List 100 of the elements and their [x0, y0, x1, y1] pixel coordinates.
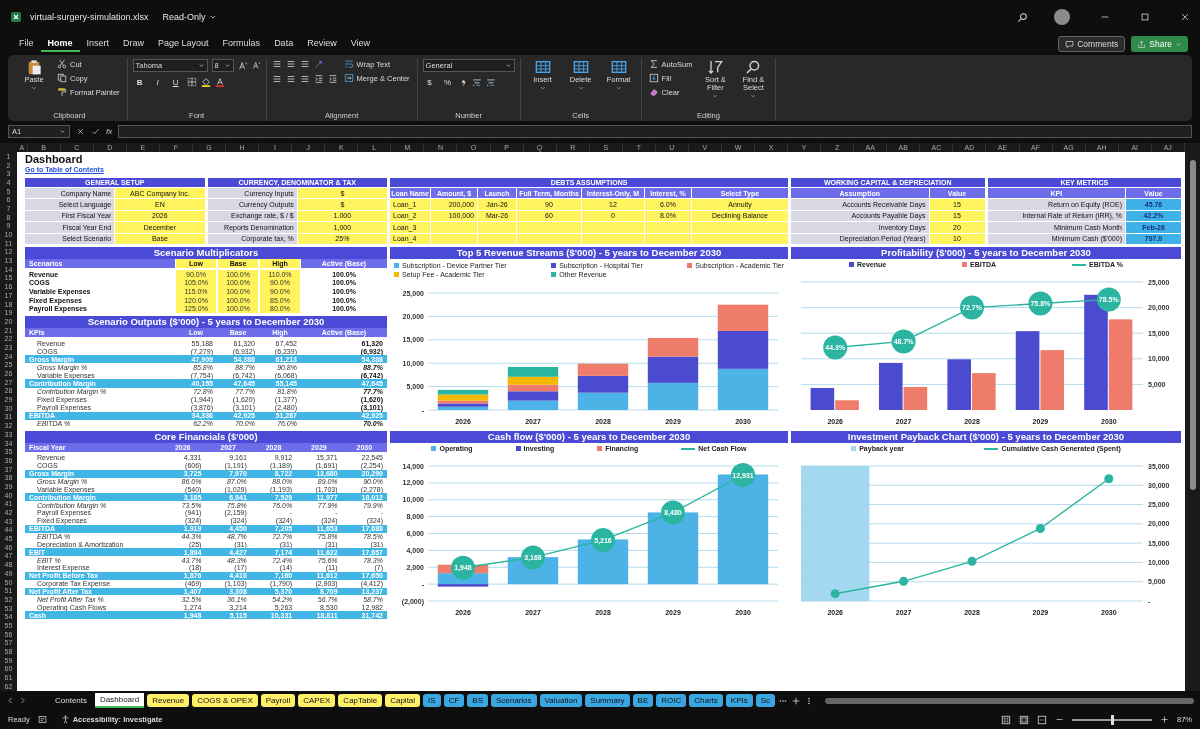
input-cell[interactable]	[517, 233, 581, 244]
page-layout-icon[interactable]	[1019, 714, 1029, 725]
menu-tab[interactable]: Data	[267, 36, 301, 52]
maximize-icon[interactable]	[1140, 12, 1150, 22]
input-cell[interactable]	[517, 222, 581, 233]
chart-title: Profitability ($'000) - 5 years to December 2030	[791, 247, 1181, 259]
chart-bar	[507, 366, 559, 377]
plus-icon[interactable]	[1160, 715, 1169, 724]
decimal-icon[interactable]	[471, 77, 482, 87]
share-button[interactable]: Share	[1131, 36, 1188, 52]
sheet-tab[interactable]: ROIC	[656, 694, 687, 707]
sheet-tab[interactable]: Scenarios	[491, 694, 537, 707]
align-icon[interactable]	[271, 59, 282, 69]
fx-cancel-icon[interactable]	[76, 126, 85, 136]
border-icon[interactable]	[186, 77, 197, 87]
close-icon[interactable]	[1180, 12, 1190, 22]
sheet-tab[interactable]: Payroll	[260, 694, 296, 707]
sheet-tab[interactable]: Sc	[755, 694, 776, 707]
underline-button[interactable]: U	[168, 77, 183, 87]
search-icon[interactable]	[1017, 11, 1028, 23]
sheet-tab[interactable]: Charts	[689, 694, 723, 707]
font-size-icon[interactable]	[251, 61, 261, 70]
sheet-tab[interactable]: Revenue	[147, 694, 190, 707]
sheet-tab[interactable]: Contents	[50, 694, 93, 707]
comments-button[interactable]: Comments	[1058, 36, 1126, 52]
input-cell[interactable]	[692, 233, 788, 244]
sheet-tab[interactable]: Valuation	[539, 694, 583, 707]
plus-icon[interactable]	[791, 695, 802, 706]
caret-icon	[197, 62, 205, 69]
share-icon	[1137, 39, 1147, 49]
bold-button[interactable]: B	[132, 77, 147, 87]
orientation-icon[interactable]	[313, 59, 324, 69]
input-cell[interactable]	[645, 222, 691, 233]
indent-icon[interactable]	[313, 74, 324, 84]
input-cell[interactable]	[431, 222, 477, 233]
italic-button[interactable]: I	[150, 77, 165, 87]
function-button[interactable]: fx	[106, 126, 113, 136]
caret-icon	[208, 13, 217, 21]
table-icon	[534, 59, 551, 75]
menu-tab[interactable]: Page Layout	[151, 36, 216, 52]
align-icon[interactable]	[299, 74, 310, 84]
window-title: virtual-surgery-simulation.xlsx	[30, 12, 149, 22]
menu-tab[interactable]: Draw	[116, 36, 152, 52]
input-cell[interactable]	[582, 222, 644, 233]
input-cell[interactable]	[582, 233, 644, 244]
sheet-tab[interactable]: CAPEX	[298, 694, 336, 707]
input-cell[interactable]	[478, 233, 516, 244]
menu-tab[interactable]: Insert	[79, 36, 117, 52]
checkmark-icon[interactable]	[91, 126, 100, 136]
decimal-icon[interactable]	[485, 77, 496, 87]
align-icon[interactable]	[285, 59, 296, 69]
sheet-tab[interactable]: IS	[423, 694, 441, 707]
menu-tab[interactable]: File	[12, 36, 41, 52]
paint-bucket-icon[interactable]	[200, 77, 211, 87]
sheet-tab[interactable]: Dashboard	[95, 693, 145, 708]
sheet-tab[interactable]: BE	[632, 694, 654, 707]
formula-input[interactable]	[118, 124, 1192, 138]
menu-tab[interactable]: Formulas	[215, 36, 268, 52]
sheet-tab[interactable]: CF	[443, 694, 465, 707]
align-icon[interactable]	[271, 74, 282, 84]
input-cell[interactable]	[692, 222, 788, 233]
data-point	[1035, 524, 1045, 533]
sheet-tab[interactable]: Summary	[585, 694, 630, 707]
sheet-tab[interactable]: KPIs	[725, 694, 753, 707]
sheet-tab[interactable]: CapTable	[338, 694, 383, 707]
caret-icon	[615, 84, 622, 91]
page-break-icon[interactable]	[1037, 714, 1047, 725]
input-cell[interactable]	[645, 233, 691, 244]
sigma-icon	[648, 59, 659, 69]
chart-bar	[947, 359, 971, 410]
search-icon	[745, 59, 762, 75]
currency-button[interactable]: $	[422, 77, 437, 87]
zoom-slider-thumb[interactable]	[1111, 714, 1114, 725]
normal-view-icon[interactable]	[1001, 714, 1011, 725]
data-point	[830, 589, 840, 599]
avatar[interactable]	[1054, 9, 1070, 25]
read-only-dropdown[interactable]: Read-Only	[156, 11, 223, 23]
sheet-tab[interactable]: BS	[467, 694, 488, 707]
section-header: Scenario Outputs ($'000) - 5 years to December 2030	[25, 316, 387, 328]
menu-tab[interactable]: Home	[40, 36, 80, 52]
data-point	[967, 556, 977, 566]
menu-tab[interactable]: Review	[300, 36, 344, 52]
percent-button[interactable]: %	[440, 77, 455, 87]
align-icon[interactable]	[299, 59, 310, 69]
sheet-tab[interactable]: COGS & OPEX	[192, 694, 258, 707]
align-icon[interactable]	[285, 74, 296, 84]
indent-icon[interactable]	[327, 74, 338, 84]
macro-icon[interactable]	[37, 715, 47, 724]
input-cell[interactable]	[431, 233, 477, 244]
scissors-icon	[57, 59, 67, 69]
horizontal-scrollbar[interactable]	[825, 697, 1194, 704]
scrollbar-thumb[interactable]	[1189, 160, 1196, 490]
table-icon	[572, 59, 589, 75]
section-header: Scenario Multiplicators	[25, 247, 387, 259]
font-size-icon[interactable]	[237, 60, 248, 71]
menu-tab[interactable]: View	[343, 36, 377, 52]
input-cell[interactable]	[478, 222, 516, 233]
accessibility-icon	[60, 715, 70, 724]
font-color-icon[interactable]	[214, 77, 225, 87]
sheet-tab[interactable]: Capital	[385, 694, 421, 707]
